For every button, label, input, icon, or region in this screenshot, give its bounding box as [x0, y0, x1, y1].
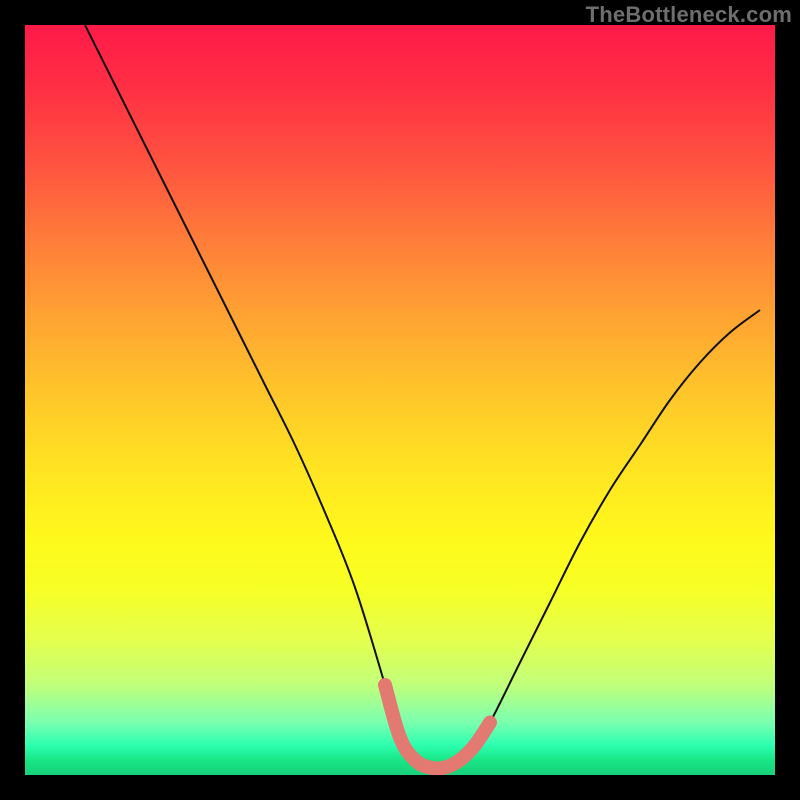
optimal-zone-highlight: [385, 685, 490, 769]
chart-container: TheBottleneck.com: [0, 0, 800, 800]
chart-svg: [25, 25, 775, 775]
watermark-label: TheBottleneck.com: [586, 2, 792, 28]
plot-area: [25, 25, 775, 775]
bottleneck-curve: [85, 25, 760, 769]
